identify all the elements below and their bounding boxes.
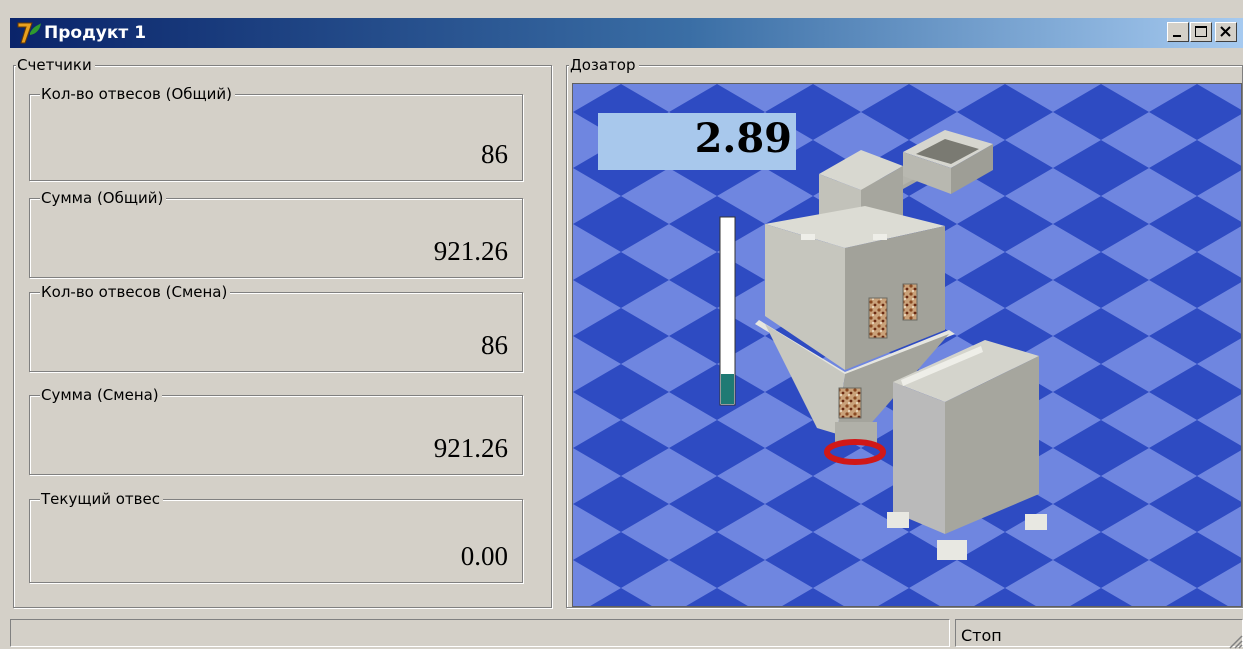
counter-value: 86: [481, 139, 508, 169]
counter-box: Сумма (Общий) 921.26: [29, 189, 523, 278]
minimize-button[interactable]: [1167, 22, 1189, 42]
counter-value: 86: [481, 330, 508, 360]
app-icon: [17, 22, 41, 44]
counter-label: Сумма (Смена): [40, 386, 162, 404]
counter-box: Кол-во отвесов (Общий) 86: [29, 85, 523, 181]
window-title: Продукт 1: [44, 23, 147, 43]
minimize-icon: [1173, 35, 1181, 37]
counter-label: Сумма (Общий): [40, 189, 167, 207]
counter-label: Кол-во отвесов (Смена): [40, 283, 231, 301]
status-panel-state: Стоп: [955, 619, 1243, 647]
status-bar: Стоп: [10, 617, 1243, 649]
counter-value: 921.26: [433, 433, 508, 463]
title-bar[interactable]: Продукт 1: [10, 18, 1243, 48]
counter-box: Кол-во отвесов (Смена) 86: [29, 283, 523, 372]
level-fill: [721, 374, 734, 404]
size-grip-icon[interactable]: [1227, 633, 1243, 649]
counter-box: Текущий отвес 0.00: [29, 490, 523, 583]
dispenser-scene: 2.89: [572, 83, 1242, 607]
counter-box: Сумма (Смена) 921.26: [29, 386, 523, 475]
close-button[interactable]: [1215, 22, 1237, 42]
counters-group: Счетчики Кол-во отвесов (Общий) 86 Сумма…: [13, 56, 552, 608]
dispenser-group-label: Дозатор: [569, 56, 639, 74]
counter-label: Кол-во отвесов (Общий): [40, 85, 236, 103]
counter-value: 921.26: [433, 236, 508, 266]
counters-group-label: Счетчики: [16, 56, 95, 74]
weight-display: 2.89: [598, 113, 796, 170]
counter-label: Текущий отвес: [40, 490, 163, 508]
maximize-icon: [1195, 26, 1207, 37]
status-state-text: Стоп: [961, 626, 1002, 645]
counter-value: 0.00: [460, 541, 508, 571]
maximize-button[interactable]: [1190, 22, 1212, 42]
weight-value: 2.89: [694, 115, 792, 162]
close-icon: [1220, 26, 1231, 37]
status-panel-main: [10, 619, 950, 647]
